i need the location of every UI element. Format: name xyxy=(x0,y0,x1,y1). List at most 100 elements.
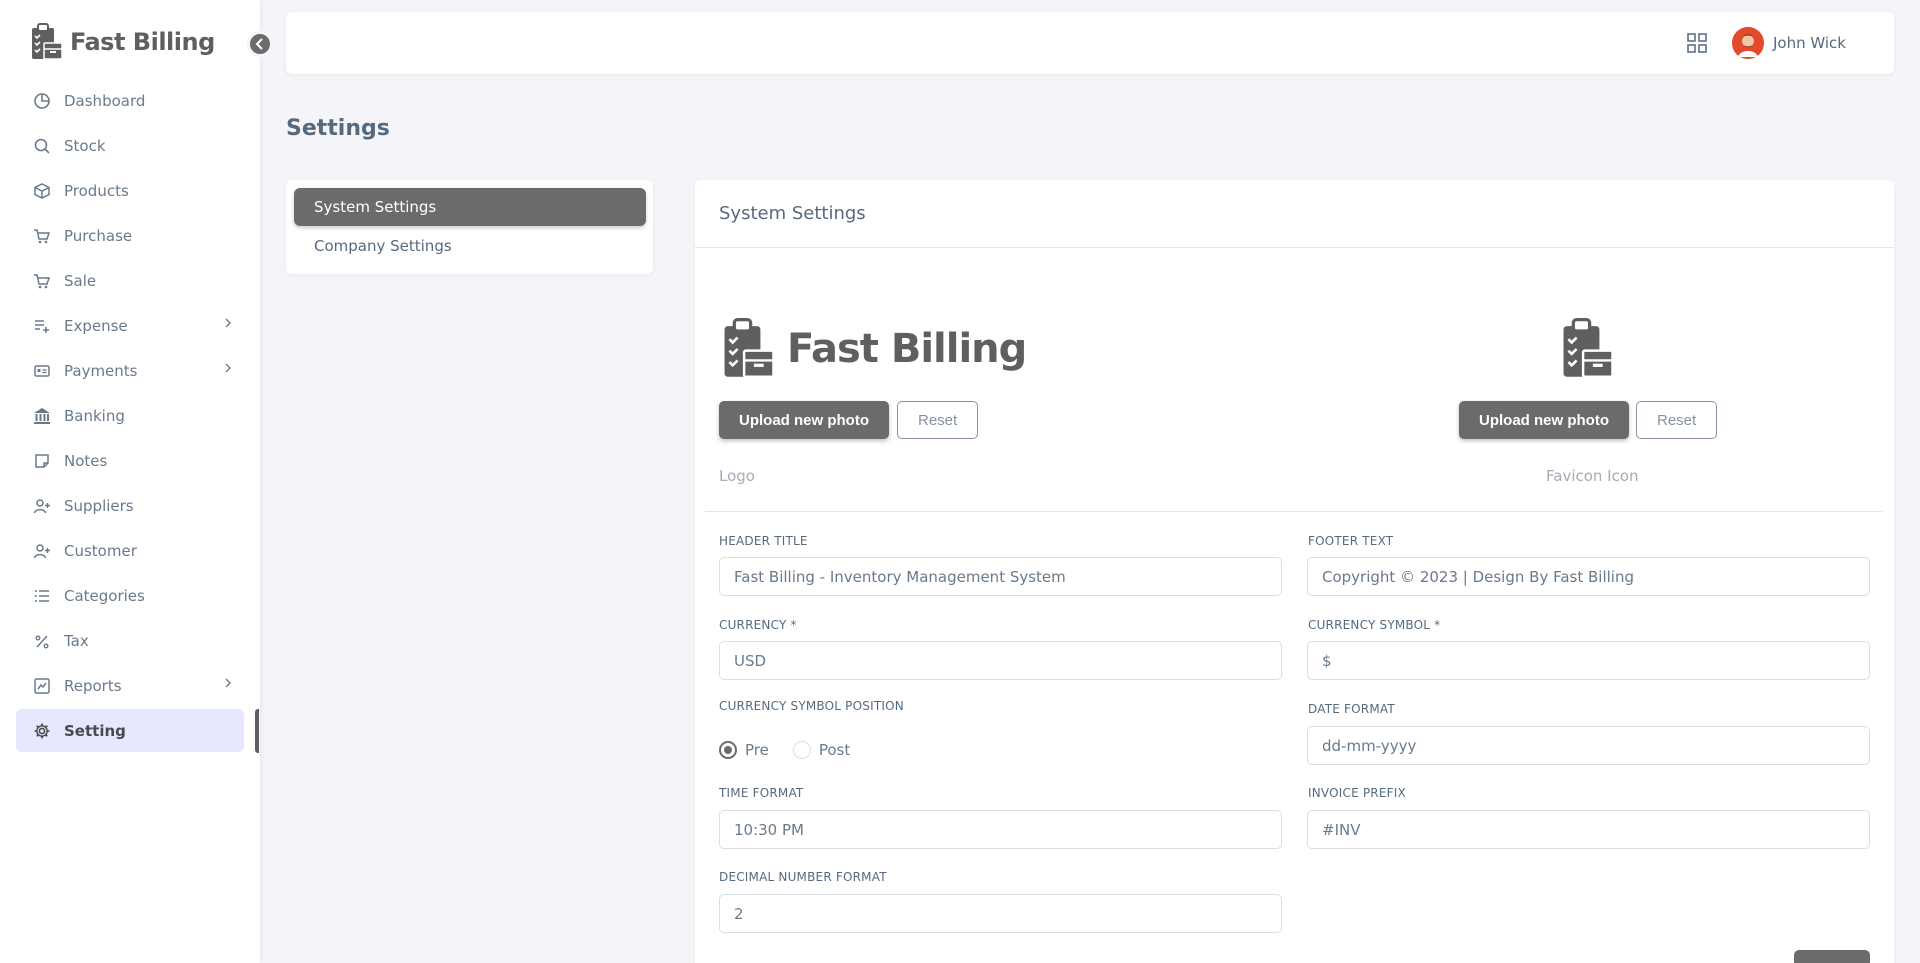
bank-icon xyxy=(32,406,52,426)
clipboard-favicon-icon xyxy=(1563,318,1614,378)
cart-icon xyxy=(32,271,52,291)
system-settings-card: System Settings Fast Billing Upload new … xyxy=(695,180,1894,963)
sidebar-item-categories[interactable]: Categories xyxy=(16,574,244,617)
sidebar-item-reports[interactable]: Reports xyxy=(16,664,244,707)
sidebar-menu: Dashboard Stock Products Purchase Sale E… xyxy=(16,79,244,754)
chevron-right-icon xyxy=(225,363,231,373)
note-icon xyxy=(32,451,52,471)
header-title-label: HEADER TITLE xyxy=(719,534,808,548)
percent-icon xyxy=(32,631,52,651)
sidebar-item-label: Dashboard xyxy=(64,91,146,110)
clipboard-logo-icon xyxy=(32,23,63,60)
sidebar-item-expense[interactable]: Expense xyxy=(16,304,244,347)
currency-symbol-input[interactable] xyxy=(1307,641,1870,680)
sidebar-item-products[interactable]: Products xyxy=(16,169,244,212)
decimal-format-label: DECIMAL NUMBER FORMAT xyxy=(719,870,887,884)
gear-icon xyxy=(32,721,52,741)
collapse-sidebar-button[interactable] xyxy=(247,31,273,57)
tab-system-settings[interactable]: System Settings xyxy=(294,188,646,226)
brand-logo[interactable]: Fast Billing xyxy=(30,22,215,62)
sidebar-item-notes[interactable]: Notes xyxy=(16,439,244,482)
chevron-right-icon xyxy=(225,318,231,328)
chart-icon xyxy=(32,676,52,696)
chevron-right-icon xyxy=(225,678,231,688)
page-title: Settings xyxy=(286,116,390,141)
sidebar-item-label: Suppliers xyxy=(64,496,134,515)
decimal-format-input[interactable] xyxy=(719,894,1282,933)
sidebar-item-label: Notes xyxy=(64,451,108,470)
currency-position-radio-group: Pre Post xyxy=(719,741,850,759)
list-icon xyxy=(32,586,52,606)
logo-preview: Fast Billing xyxy=(719,318,1027,380)
apps-grid-icon[interactable] xyxy=(1686,32,1708,58)
user-plus-icon xyxy=(32,496,52,516)
search-icon xyxy=(32,136,52,156)
currency-label: CURRENCY * xyxy=(719,618,797,632)
top-navbar: John Wick xyxy=(286,12,1894,74)
divider xyxy=(705,511,1883,512)
logo-caption: Logo xyxy=(719,467,755,485)
radio-post-label[interactable]: Post xyxy=(819,741,850,759)
sidebar-item-sale[interactable]: Sale xyxy=(16,259,244,302)
sidebar-item-label: Setting xyxy=(64,721,126,740)
currency-position-label: CURRENCY SYMBOL POSITION xyxy=(719,699,904,713)
logo-reset-button[interactable]: Reset xyxy=(897,401,979,439)
invoice-prefix-label: INVOICE PREFIX xyxy=(1308,786,1406,800)
time-format-label: TIME FORMAT xyxy=(719,786,804,800)
radio-pre-label[interactable]: Pre xyxy=(745,741,769,759)
radio-pre[interactable] xyxy=(719,741,737,759)
invoice-prefix-input[interactable] xyxy=(1307,810,1870,849)
time-format-input[interactable] xyxy=(719,810,1282,849)
date-format-label: DATE FORMAT xyxy=(1308,702,1395,716)
save-button[interactable] xyxy=(1794,950,1870,963)
favicon-caption: Favicon Icon xyxy=(1546,467,1639,485)
sidebar-item-label: Banking xyxy=(64,406,125,425)
sidebar-item-label: Purchase xyxy=(64,226,133,245)
sidebar-item-label: Products xyxy=(64,181,129,200)
footer-text-input[interactable] xyxy=(1307,557,1870,596)
sidebar-item-payments[interactable]: Payments xyxy=(16,349,244,392)
active-indicator xyxy=(255,709,259,753)
sidebar-item-label: Customer xyxy=(64,541,137,560)
cart-icon xyxy=(32,226,52,246)
card-title: System Settings xyxy=(695,180,1894,248)
avatar[interactable] xyxy=(1732,27,1764,59)
tab-company-settings[interactable]: Company Settings xyxy=(294,227,646,265)
favicon-reset-button[interactable]: Reset xyxy=(1636,401,1718,439)
date-format-input[interactable] xyxy=(1307,726,1870,765)
sidebar-item-suppliers[interactable]: Suppliers xyxy=(16,484,244,527)
sidebar-item-dashboard[interactable]: Dashboard xyxy=(16,79,244,122)
sidebar-item-label: Categories xyxy=(64,586,145,605)
settings-nav-card: System Settings Company Settings xyxy=(286,180,653,274)
user-name[interactable]: John Wick xyxy=(1773,34,1846,52)
header-title-input[interactable] xyxy=(719,557,1282,596)
sidebar-item-label: Tax xyxy=(64,631,89,650)
radio-post[interactable] xyxy=(792,741,811,759)
sidebar-item-label: Stock xyxy=(64,136,106,155)
favicon-preview xyxy=(1557,318,1619,384)
sidebar-item-label: Sale xyxy=(64,271,97,290)
clipboard-logo-icon xyxy=(724,318,775,378)
favicon-upload-button[interactable]: Upload new photo xyxy=(1459,401,1629,439)
chevron-left-icon xyxy=(255,38,263,50)
sidebar-item-label: Payments xyxy=(64,361,138,380)
footer-text-label: FOOTER TEXT xyxy=(1308,534,1394,548)
sidebar-item-stock[interactable]: Stock xyxy=(16,124,244,167)
logo-preview-text: Fast Billing xyxy=(787,326,1027,372)
currency-input[interactable] xyxy=(719,641,1282,680)
currency-symbol-label: CURRENCY SYMBOL * xyxy=(1308,618,1441,632)
sidebar-item-label: Reports xyxy=(64,676,122,695)
sidebar: Fast Billing Dashboard Stock Products Pu… xyxy=(0,0,273,963)
sidebar-item-customer[interactable]: Customer xyxy=(16,529,244,572)
sidebar-item-banking[interactable]: Banking xyxy=(16,394,244,437)
sidebar-item-setting[interactable]: Setting xyxy=(16,709,244,752)
brand-name: Fast Billing xyxy=(70,28,215,56)
sidebar-item-tax[interactable]: Tax xyxy=(16,619,244,662)
pie-chart-icon xyxy=(32,91,52,111)
list-plus-icon xyxy=(32,316,52,336)
sidebar-item-label: Expense xyxy=(64,316,128,335)
box-icon xyxy=(32,181,52,201)
logo-upload-button[interactable]: Upload new photo xyxy=(719,401,889,439)
id-card-icon xyxy=(32,361,52,381)
sidebar-item-purchase[interactable]: Purchase xyxy=(16,214,244,257)
